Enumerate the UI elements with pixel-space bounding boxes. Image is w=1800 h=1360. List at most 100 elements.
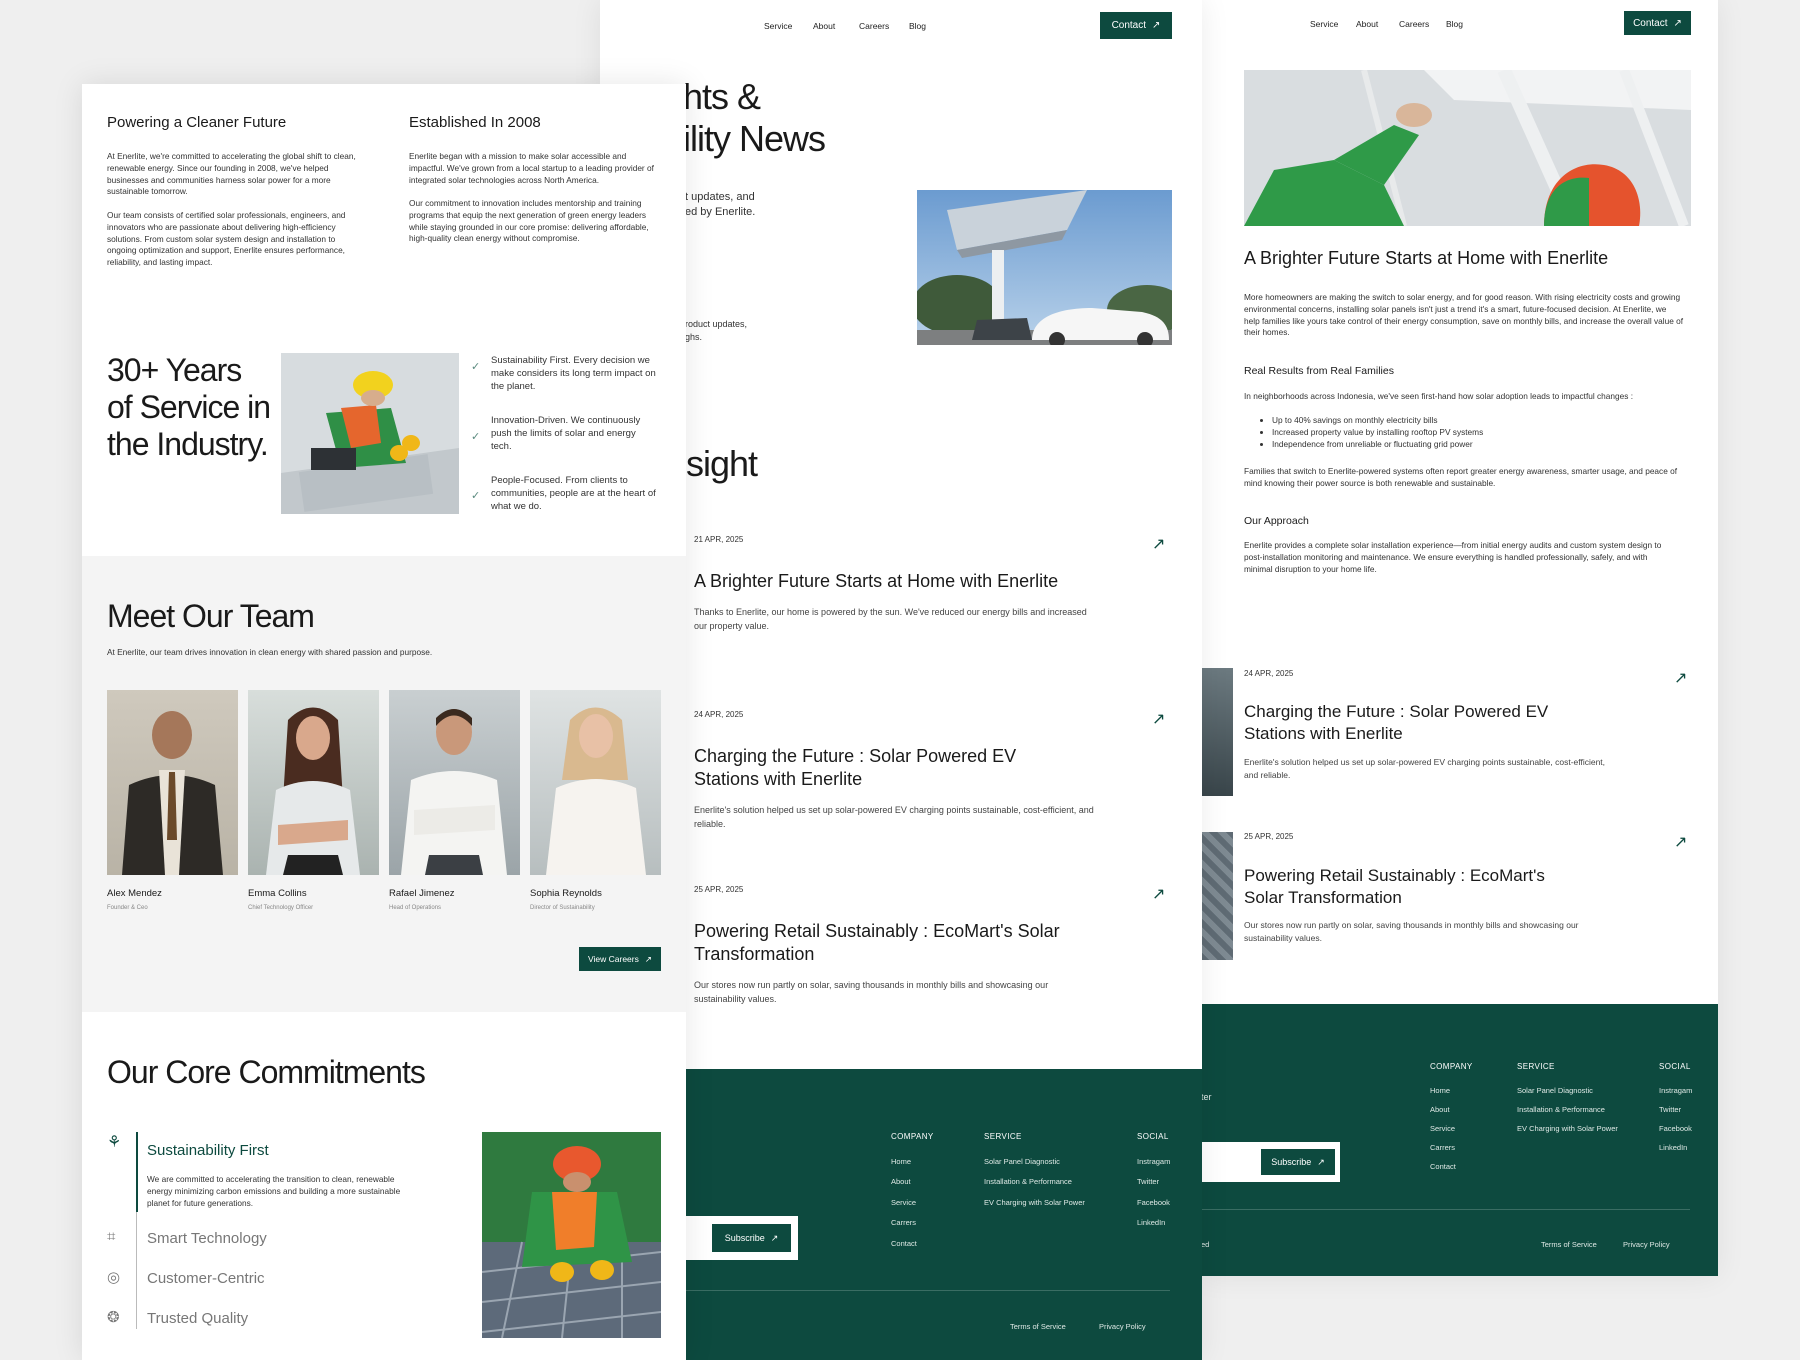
- footer-link[interactable]: Instragam: [1659, 1086, 1692, 1095]
- contact-button[interactable]: Contact ↗: [1100, 12, 1172, 39]
- footer-link[interactable]: LinkedIn: [1659, 1143, 1687, 1152]
- arrow-up-right-icon[interactable]: ↗: [1152, 884, 1165, 904]
- subscribe-label: Subscribe: [724, 1233, 765, 1243]
- bullet-item: Independence from unreliable or fluctuat…: [1272, 439, 1672, 451]
- footer-link[interactable]: Home: [891, 1157, 911, 1166]
- privacy-link[interactable]: Privacy Policy: [1099, 1322, 1146, 1331]
- hero-title-line: hts &: [683, 76, 761, 117]
- footer-link[interactable]: Twitter: [1659, 1105, 1681, 1114]
- article-results-intro: In neighborhoods across Indonesia, we've…: [1244, 391, 1634, 401]
- footer-link[interactable]: EV Charging with Solar Power: [984, 1198, 1085, 1207]
- member-role: Head of Operations: [389, 905, 442, 911]
- terms-link[interactable]: Terms of Service: [1010, 1322, 1066, 1331]
- worker-photo: [281, 353, 459, 514]
- nav-about[interactable]: About: [1356, 19, 1378, 29]
- post-thumbnail: [1201, 832, 1233, 960]
- newsletter-fragment: ter: [1201, 1092, 1212, 1102]
- footer-link[interactable]: Contact: [891, 1239, 917, 1248]
- post-excerpt: Our stores now run partly on solar, savi…: [1244, 920, 1579, 943]
- member-name: Emma Collins: [248, 888, 307, 899]
- nav-blog[interactable]: Blog: [909, 21, 926, 31]
- post-title[interactable]: Charging the Future : Solar Powered EV S…: [694, 745, 1044, 791]
- badge-icon: ❂: [107, 1309, 120, 1326]
- post-excerpt: Enerlite's solution helped us set up sol…: [694, 805, 1094, 829]
- footer-link[interactable]: Home: [1430, 1086, 1450, 1095]
- nav-blog[interactable]: Blog: [1446, 19, 1463, 29]
- nav-careers[interactable]: Careers: [1399, 19, 1429, 29]
- years-line: of Service in: [107, 389, 271, 425]
- footer-link[interactable]: Installation & Performance: [1517, 1105, 1605, 1114]
- post-title[interactable]: Charging the Future : Solar Powered EV S…: [1244, 701, 1564, 745]
- post-date: 24 APR, 2025: [694, 710, 744, 719]
- footer-link[interactable]: Facebook: [1659, 1124, 1692, 1133]
- check-icon: ✓: [471, 490, 481, 502]
- hero-title-line: ility News: [683, 118, 826, 159]
- arrow-up-right-icon: ↗: [1152, 20, 1161, 31]
- footer-link[interactable]: Carrers: [1430, 1143, 1455, 1152]
- view-careers-label: View Careers: [588, 954, 639, 964]
- about-page: Powering a Cleaner Future At Enerlite, w…: [82, 84, 686, 1360]
- footer-link[interactable]: Facebook: [1137, 1198, 1170, 1207]
- subscribe-button[interactable]: Subscribe ↗: [1261, 1149, 1335, 1175]
- footer-link[interactable]: Solar Panel Diagnostic: [1517, 1086, 1593, 1095]
- footer-link[interactable]: Contact: [1430, 1162, 1456, 1171]
- article-subheading-approach: Our Approach: [1244, 515, 1309, 527]
- hero-desc-line: ed by Enerlite.: [685, 206, 756, 218]
- footer-link[interactable]: About: [891, 1177, 911, 1186]
- post-date: 25 APR, 2025: [694, 885, 744, 894]
- blog-hero-title: hts & ility News: [683, 76, 826, 160]
- article-title: A Brighter Future Starts at Home with En…: [1244, 248, 1609, 268]
- globe-icon: ◎: [107, 1269, 121, 1286]
- nav-about[interactable]: About: [813, 21, 835, 31]
- subscribe-button[interactable]: Subscribe ↗: [712, 1224, 791, 1252]
- post-title[interactable]: A Brighter Future Starts at Home with En…: [694, 570, 1114, 593]
- post-date: 24 APR, 2025: [1244, 669, 1294, 678]
- commitment-tab[interactable]: Smart Technology: [147, 1230, 267, 1247]
- team-photo-alex: [107, 690, 238, 875]
- copyright-fragment: ed: [1201, 1240, 1210, 1249]
- arrow-up-right-icon[interactable]: ↗: [1152, 534, 1165, 554]
- footer-link[interactable]: Service: [891, 1198, 916, 1207]
- footer-heading-company: COMPANY: [891, 1132, 934, 1141]
- post-date: 25 APR, 2025: [1244, 832, 1294, 841]
- footer-link[interactable]: Solar Panel Diagnostic: [984, 1157, 1060, 1166]
- nav-service[interactable]: Service: [1310, 19, 1338, 29]
- footer-link[interactable]: EV Charging with Solar Power: [1517, 1124, 1618, 1133]
- privacy-link[interactable]: Privacy Policy: [1623, 1240, 1670, 1249]
- footer-link[interactable]: Installation & Performance: [984, 1177, 1072, 1186]
- years-line: 30+ Years: [107, 352, 242, 388]
- post-excerpt: Thanks to Enerlite, our home is powered …: [694, 607, 1087, 631]
- post-title[interactable]: Powering Retail Sustainably : EcoMart's …: [1244, 865, 1584, 909]
- arrow-up-right-icon[interactable]: ↗: [1152, 709, 1165, 729]
- footer-link[interactable]: LinkedIn: [1137, 1218, 1165, 1227]
- footer-link[interactable]: Service: [1430, 1124, 1455, 1133]
- hero-description: t updates, and ed by Enerlite.: [685, 190, 755, 220]
- blog-hero-image: [917, 190, 1172, 345]
- years-line: the Industry.: [107, 426, 269, 462]
- arrow-up-right-icon[interactable]: ↗: [1674, 668, 1687, 688]
- footer-link[interactable]: Carrers: [891, 1218, 916, 1227]
- team-photo-emma: [248, 690, 379, 875]
- article-subheading-results: Real Results from Real Families: [1244, 365, 1394, 377]
- about-col2-p1: Enerlite began with a mission to make so…: [409, 151, 654, 185]
- contact-button[interactable]: Contact ↗: [1624, 11, 1691, 35]
- bullet-item: Increased property value by installing r…: [1272, 427, 1672, 439]
- blog-page: Service About Careers Blog Contact ↗ hts …: [600, 0, 1202, 1360]
- post-title[interactable]: Powering Retail Sustainably : EcoMart's …: [694, 920, 1094, 966]
- view-careers-button[interactable]: View Careers ↗: [579, 947, 661, 971]
- nav-service[interactable]: Service: [764, 21, 792, 31]
- commitment-tab[interactable]: Trusted Quality: [147, 1310, 248, 1327]
- footer-link[interactable]: Twitter: [1137, 1177, 1159, 1186]
- footer-link[interactable]: Instragam: [1137, 1157, 1170, 1166]
- arrow-up-right-icon[interactable]: ↗: [1674, 832, 1687, 852]
- commitments-title: Our Core Commitments: [107, 1054, 426, 1090]
- site-footer: Subscribe ↗ COMPANY SERVICE SOCIAL Home A…: [600, 1069, 1202, 1360]
- article-page: Service About Careers Blog Contact ↗ A Br…: [1201, 0, 1718, 1276]
- chip-icon: ⌗: [107, 1228, 116, 1245]
- hero-desc-line: roduct updates,: [685, 319, 748, 329]
- commitment-tab[interactable]: Customer-Centric: [147, 1270, 265, 1287]
- commitment-tab-active[interactable]: Sustainability First: [147, 1142, 269, 1159]
- footer-link[interactable]: About: [1430, 1105, 1450, 1114]
- terms-link[interactable]: Terms of Service: [1541, 1240, 1597, 1249]
- nav-careers[interactable]: Careers: [859, 21, 889, 31]
